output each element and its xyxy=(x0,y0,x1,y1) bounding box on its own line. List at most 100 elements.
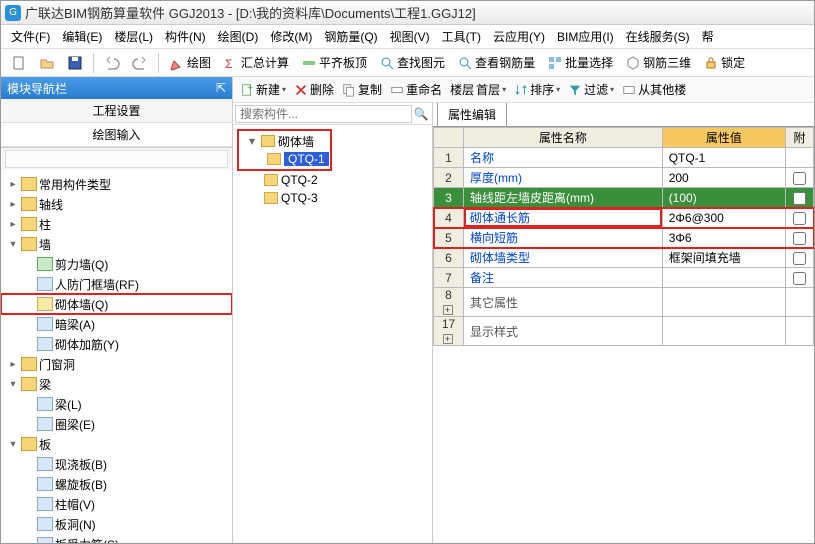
find-graphic-button[interactable]: 查找图元 xyxy=(375,52,449,73)
menu-floor[interactable]: 楼层(L) xyxy=(108,28,159,45)
app-icon: G xyxy=(5,5,21,21)
nav-header: 模块导航栏 ⇱ xyxy=(1,77,232,99)
menu-modify[interactable]: 修改(M) xyxy=(264,28,318,45)
col-value: 属性值 xyxy=(662,128,785,148)
menubar: 文件(F) 编辑(E) 楼层(L) 构件(N) 绘图(D) 修改(M) 钢筋量(… xyxy=(1,25,814,49)
left-search xyxy=(1,148,232,170)
expand-icon[interactable]: + xyxy=(443,334,453,344)
sort-button[interactable]: 排序▾ xyxy=(511,80,563,99)
left-search-input[interactable] xyxy=(5,150,228,168)
tree-beam-l[interactable]: 梁(L) xyxy=(1,394,232,414)
undo-button[interactable] xyxy=(100,53,124,73)
property-row[interactable]: 2厚度(mm)200 xyxy=(434,168,814,188)
find-rebar-button[interactable]: 查看钢筋量 xyxy=(453,52,539,73)
from-other-button[interactable]: 从其他楼 xyxy=(619,80,689,99)
menu-view[interactable]: 视图(V) xyxy=(384,28,436,45)
attach-checkbox[interactable] xyxy=(793,232,806,245)
redo-button[interactable] xyxy=(128,53,152,73)
tree-slab-force[interactable]: 板受力筋(S) xyxy=(1,534,232,543)
property-row[interactable]: 5横向短筋3Φ6 xyxy=(434,228,814,248)
main-toolbar: 绘图 Σ汇总计算 平齐板顶 查找图元 查看钢筋量 批量选择 钢筋三维 锁定 xyxy=(1,49,814,77)
tree-wall[interactable]: ▾墙 xyxy=(1,234,232,254)
tree-hidden-beam[interactable]: 暗梁(A) xyxy=(1,314,232,334)
attach-checkbox[interactable] xyxy=(793,212,806,225)
ctree-item-2[interactable]: QTQ-2 xyxy=(237,171,428,189)
titlebar: G 广联达BIM钢筋算量软件 GGJ2013 - [D:\我的资料库\Docum… xyxy=(1,1,814,25)
tree-axis[interactable]: ▸轴线 xyxy=(1,194,232,214)
left-panel: 模块导航栏 ⇱ 工程设置 绘图输入 ▸常用构件类型 ▸轴线 ▸柱 ▾墙 剪力墙(… xyxy=(1,77,233,543)
tree-beam[interactable]: ▾梁 xyxy=(1,374,232,394)
save-button[interactable] xyxy=(63,53,87,73)
tree-masonry-wall[interactable]: 砌体墙(Q) xyxy=(1,294,232,314)
menu-component[interactable]: 构件(N) xyxy=(159,28,212,45)
delete-button[interactable]: 删除 xyxy=(291,80,337,99)
menu-rebar[interactable]: 钢筋量(Q) xyxy=(318,28,383,45)
batch-button[interactable]: 批量选择 xyxy=(543,52,617,73)
rename-button[interactable]: 重命名 xyxy=(387,80,445,99)
property-row[interactable]: 17 +显示样式 xyxy=(434,317,814,346)
new-component-button[interactable]: +新建▾ xyxy=(237,80,289,99)
menu-tools[interactable]: 工具(T) xyxy=(436,28,487,45)
col-index xyxy=(434,128,464,148)
lock-button[interactable]: 锁定 xyxy=(699,52,749,73)
tree-cap[interactable]: 柱帽(V) xyxy=(1,494,232,514)
nav-tab-project[interactable]: 工程设置 xyxy=(1,99,232,123)
tree-spiral-slab[interactable]: 螺旋板(B) xyxy=(1,474,232,494)
menu-edit[interactable]: 编辑(E) xyxy=(56,28,108,45)
new-doc-button[interactable] xyxy=(7,53,31,73)
attach-checkbox[interactable] xyxy=(793,192,806,205)
ctree-item-3[interactable]: QTQ-3 xyxy=(237,189,428,207)
tree-column[interactable]: ▸柱 xyxy=(1,214,232,234)
flat-button[interactable]: 平齐板顶 xyxy=(297,52,371,73)
floor-select[interactable]: 楼层 首层▾ xyxy=(447,80,509,99)
tree-common[interactable]: ▸常用构件类型 xyxy=(1,174,232,194)
center-panel: 🔍 ▾砌体墙 QTQ-1 QTQ-2 QTQ-3 xyxy=(233,103,433,543)
nav-tab-draw[interactable]: 绘图输入 xyxy=(1,123,232,147)
component-search-input[interactable] xyxy=(235,105,412,123)
window-title: 广联达BIM钢筋算量软件 GGJ2013 - [D:\我的资料库\Documen… xyxy=(25,3,476,22)
property-row[interactable]: 1名称QTQ-1 xyxy=(434,148,814,168)
right-panel: 属性编辑 属性名称 属性值 附 1名称QTQ-12厚度(mm)2003轴线距左墙… xyxy=(433,103,814,543)
property-row[interactable]: 3轴线距左墙皮距离(mm)(100) xyxy=(434,188,814,208)
tree-cast-slab[interactable]: 现浇板(B) xyxy=(1,454,232,474)
col-name: 属性名称 xyxy=(464,128,663,148)
property-grid: 属性名称 属性值 附 1名称QTQ-12厚度(mm)2003轴线距左墙皮距离(m… xyxy=(433,127,814,543)
menu-cloud[interactable]: 云应用(Y) xyxy=(487,28,551,45)
draw-button[interactable]: 绘图 xyxy=(165,52,215,73)
tab-properties[interactable]: 属性编辑 xyxy=(437,103,507,126)
rebar3d-button[interactable]: 钢筋三维 xyxy=(621,52,695,73)
tree-slab-hole[interactable]: 板洞(N) xyxy=(1,514,232,534)
tree-ring-beam[interactable]: 圈梁(E) xyxy=(1,414,232,434)
tree-shearwall[interactable]: 剪力墙(Q) xyxy=(1,254,232,274)
ctree-item-1[interactable]: QTQ-1 xyxy=(240,150,329,168)
menu-online[interactable]: 在线服务(S) xyxy=(620,28,696,45)
attach-checkbox[interactable] xyxy=(793,172,806,185)
expand-icon[interactable]: + xyxy=(443,305,453,315)
property-row[interactable]: 4砌体通长筋2Φ6@300 xyxy=(434,208,814,228)
menu-draw[interactable]: 绘图(D) xyxy=(212,28,265,45)
search-icon[interactable]: 🔍 xyxy=(412,107,430,121)
nav-pin-icon[interactable]: ⇱ xyxy=(216,81,226,95)
menu-bim[interactable]: BIM应用(I) xyxy=(551,28,620,45)
sum-button[interactable]: Σ汇总计算 xyxy=(219,52,293,73)
component-tree: ▸常用构件类型 ▸轴线 ▸柱 ▾墙 剪力墙(Q) 人防门框墙(RF) 砌体墙(Q… xyxy=(1,170,232,543)
property-row[interactable]: 8 +其它属性 xyxy=(434,288,814,317)
instance-tree: ▾砌体墙 QTQ-1 QTQ-2 QTQ-3 xyxy=(233,125,432,543)
ctree-root[interactable]: ▾砌体墙 xyxy=(240,132,329,150)
menu-help[interactable]: 帮 xyxy=(696,28,720,45)
tree-rf[interactable]: 人防门框墙(RF) xyxy=(1,274,232,294)
property-row[interactable]: 6砌体墙类型框架间填充墙 xyxy=(434,248,814,268)
svg-text:+: + xyxy=(247,83,253,94)
attach-checkbox[interactable] xyxy=(793,252,806,265)
component-toolbar: +新建▾ 删除 复制 重命名 楼层 首层▾ 排序▾ 过滤▾ 从其他楼 xyxy=(233,77,814,103)
tree-door[interactable]: ▸门窗洞 xyxy=(1,354,232,374)
open-button[interactable] xyxy=(35,53,59,73)
attach-checkbox[interactable] xyxy=(793,272,806,285)
tree-slab[interactable]: ▾板 xyxy=(1,434,232,454)
menu-file[interactable]: 文件(F) xyxy=(5,28,56,45)
copy-button[interactable]: 复制 xyxy=(339,80,385,99)
filter-button[interactable]: 过滤▾ xyxy=(565,80,617,99)
tree-masonry-rebar[interactable]: 砌体加筋(Y) xyxy=(1,334,232,354)
property-row[interactable]: 7备注 xyxy=(434,268,814,288)
svg-text:Σ: Σ xyxy=(225,57,232,71)
